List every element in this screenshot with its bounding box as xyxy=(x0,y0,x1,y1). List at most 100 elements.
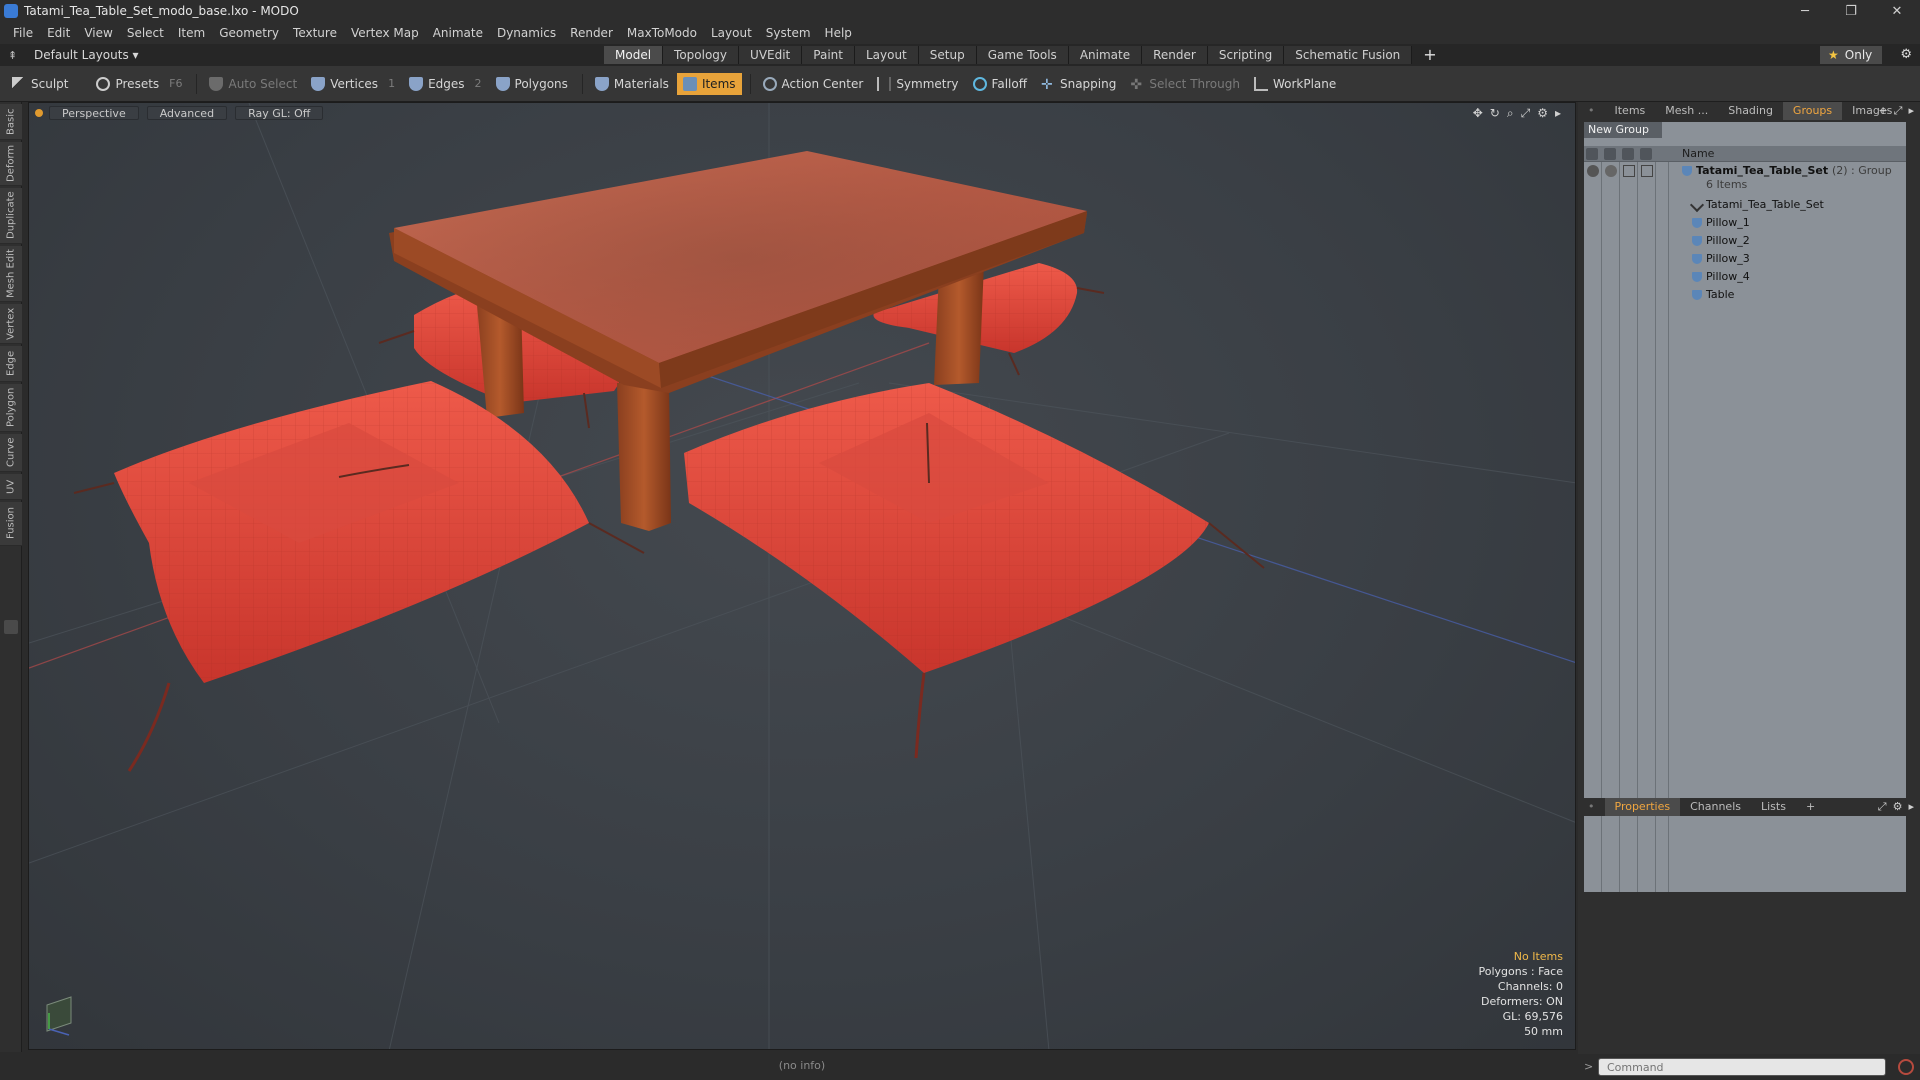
tab-model[interactable]: Model xyxy=(604,46,664,64)
tab-groups[interactable]: Groups xyxy=(1782,102,1843,120)
snapping-button[interactable]: ✛ Snapping xyxy=(1035,73,1122,95)
visibility-column-icon[interactable] xyxy=(1586,148,1598,160)
select-through-button[interactable]: ✜ Select Through xyxy=(1124,73,1246,95)
viewport-settings-icon[interactable]: ⚙ xyxy=(1537,106,1548,121)
command-stop-icon[interactable] xyxy=(1898,1059,1914,1075)
tab-layout[interactable]: Layout xyxy=(854,46,919,64)
list-item[interactable]: Pillow_4 xyxy=(1584,268,1906,286)
tab-topology[interactable]: Topology xyxy=(663,46,740,64)
vtab-edge[interactable]: Edge xyxy=(0,346,22,382)
tab-game-tools[interactable]: Game Tools xyxy=(976,46,1069,64)
menu-bar: File Edit View Select Item Geometry Text… xyxy=(0,22,1920,44)
tab-channels[interactable]: Channels xyxy=(1680,798,1751,816)
view-mode-dropdown[interactable]: Perspective xyxy=(49,106,139,120)
move-view-icon[interactable]: ✥ xyxy=(1473,106,1483,121)
panel-expand-icon[interactable]: ⤢ xyxy=(1894,104,1903,118)
command-input[interactable] xyxy=(1598,1058,1886,1076)
tab-lists[interactable]: Lists xyxy=(1751,798,1796,816)
menu-system[interactable]: System xyxy=(759,26,818,40)
vtab-curve[interactable]: Curve xyxy=(0,434,22,472)
list-item[interactable]: Pillow_1 xyxy=(1584,214,1906,232)
layout-dropdown[interactable]: ⇞ Default Layouts ▾ xyxy=(0,48,600,62)
menu-file[interactable]: File xyxy=(6,26,40,40)
menu-view[interactable]: View xyxy=(77,26,119,40)
menu-dynamics[interactable]: Dynamics xyxy=(490,26,563,40)
minimize-button[interactable]: ─ xyxy=(1782,0,1828,22)
maximize-button[interactable]: ❐ xyxy=(1828,0,1874,22)
list-item[interactable]: Pillow_2 xyxy=(1584,232,1906,250)
workplane-button[interactable]: WorkPlane xyxy=(1248,73,1342,95)
items-button[interactable]: Items xyxy=(676,72,742,95)
panel-arrow-icon[interactable]: ▸ xyxy=(1908,800,1914,814)
vtab-deform[interactable]: Deform xyxy=(0,142,22,186)
vtab-duplicate[interactable]: Duplicate xyxy=(0,188,22,244)
vtab-polygon[interactable]: Polygon xyxy=(0,384,22,432)
list-item[interactable]: Pillow_3 xyxy=(1584,250,1906,268)
auto-select-button[interactable]: Auto Select xyxy=(203,73,303,95)
vtab-fusion[interactable]: Fusion xyxy=(0,502,22,546)
rotate-view-icon[interactable]: ↻ xyxy=(1490,106,1500,121)
tab-schematic-fusion[interactable]: Schematic Fusion xyxy=(1284,46,1413,64)
menu-render[interactable]: Render xyxy=(563,26,620,40)
sculpt-button[interactable]: Sculpt xyxy=(6,73,74,95)
falloff-button[interactable]: Falloff xyxy=(967,73,1033,95)
tab-scripting[interactable]: Scripting xyxy=(1207,46,1285,64)
tab-setup[interactable]: Setup xyxy=(918,46,977,64)
edges-button[interactable]: Edges 2 xyxy=(403,73,487,95)
vtab-vertex[interactable]: Vertex xyxy=(0,304,22,344)
menu-geometry[interactable]: Geometry xyxy=(212,26,286,40)
vtab-uv[interactable]: UV xyxy=(0,474,22,500)
select-column-icon[interactable] xyxy=(1640,148,1652,160)
action-center-button[interactable]: Action Center xyxy=(757,73,870,95)
presets-button[interactable]: Presets F6 xyxy=(90,73,188,95)
3d-viewport[interactable]: Perspective Advanced Ray GL: Off ✥ ↻ ⌕ ⤢… xyxy=(28,102,1576,1050)
tab-properties[interactable]: Properties xyxy=(1604,798,1681,816)
menu-maxtomodo[interactable]: MaxToModo xyxy=(620,26,704,40)
polygons-button[interactable]: Polygons xyxy=(490,73,574,95)
materials-button[interactable]: Materials xyxy=(589,73,675,95)
menu-item[interactable]: Item xyxy=(171,26,212,40)
panel-settings-icon[interactable]: ⚙ xyxy=(1893,800,1903,814)
vtab-basic[interactable]: Basic xyxy=(0,104,22,140)
menu-layout[interactable]: Layout xyxy=(704,26,759,40)
menu-texture[interactable]: Texture xyxy=(286,26,344,40)
toolbox-toggle-button[interactable] xyxy=(4,620,18,634)
list-item[interactable]: Table xyxy=(1584,286,1906,304)
tab-items[interactable]: Items xyxy=(1605,102,1656,120)
panel-arrow-icon[interactable]: ▸ xyxy=(1908,104,1914,118)
panel-expand-icon[interactable]: ⤢ xyxy=(1878,800,1887,814)
tab-paint[interactable]: Paint xyxy=(802,46,855,64)
menu-select[interactable]: Select xyxy=(120,26,171,40)
raygl-toggle[interactable]: Ray GL: Off xyxy=(235,106,324,120)
menu-vertex-map[interactable]: Vertex Map xyxy=(344,26,426,40)
symmetry-button[interactable]: Symmetry xyxy=(871,73,964,95)
shading-dropdown[interactable]: Advanced xyxy=(146,106,228,120)
viewport-menu-arrow-icon[interactable]: ▸ xyxy=(1555,106,1561,121)
new-group-button[interactable]: New Group xyxy=(1584,122,1662,138)
tab-animate[interactable]: Animate xyxy=(1068,46,1143,64)
tab-shading[interactable]: Shading xyxy=(1718,102,1783,120)
zoom-view-icon[interactable]: ⌕ xyxy=(1507,106,1514,121)
add-tab-button[interactable]: + xyxy=(1412,46,1447,64)
panel-menu-dot[interactable]: • xyxy=(1578,102,1605,120)
menu-animate[interactable]: Animate xyxy=(426,26,490,40)
tab-render[interactable]: Render xyxy=(1142,46,1208,64)
tab-mesh[interactable]: Mesh ... xyxy=(1655,102,1718,120)
vertices-button[interactable]: Vertices 1 xyxy=(305,73,401,95)
add-panel-tab-button[interactable]: + xyxy=(1796,798,1825,816)
tab-uvedit[interactable]: UVEdit xyxy=(739,46,803,64)
render-column-icon[interactable] xyxy=(1604,148,1616,160)
menu-edit[interactable]: Edit xyxy=(40,26,77,40)
panel-menu-dot[interactable]: • xyxy=(1578,798,1605,816)
vtab-mesh-edit[interactable]: Mesh Edit xyxy=(0,246,22,302)
add-panel-tab-button[interactable]: + xyxy=(1878,104,1887,118)
name-column-header[interactable]: Name xyxy=(1682,146,1714,162)
close-button[interactable]: ✕ xyxy=(1874,0,1920,22)
gear-icon[interactable]: ⚙ xyxy=(1900,47,1912,62)
only-toggle[interactable]: ★ Only xyxy=(1820,46,1882,64)
menu-help[interactable]: Help xyxy=(818,26,859,40)
lock-column-icon[interactable] xyxy=(1622,148,1634,160)
maximize-view-icon[interactable]: ⤢ xyxy=(1521,106,1531,121)
viewport-options-dot[interactable] xyxy=(35,109,43,117)
list-item[interactable]: Tatami_Tea_Table_Set xyxy=(1584,196,1906,214)
